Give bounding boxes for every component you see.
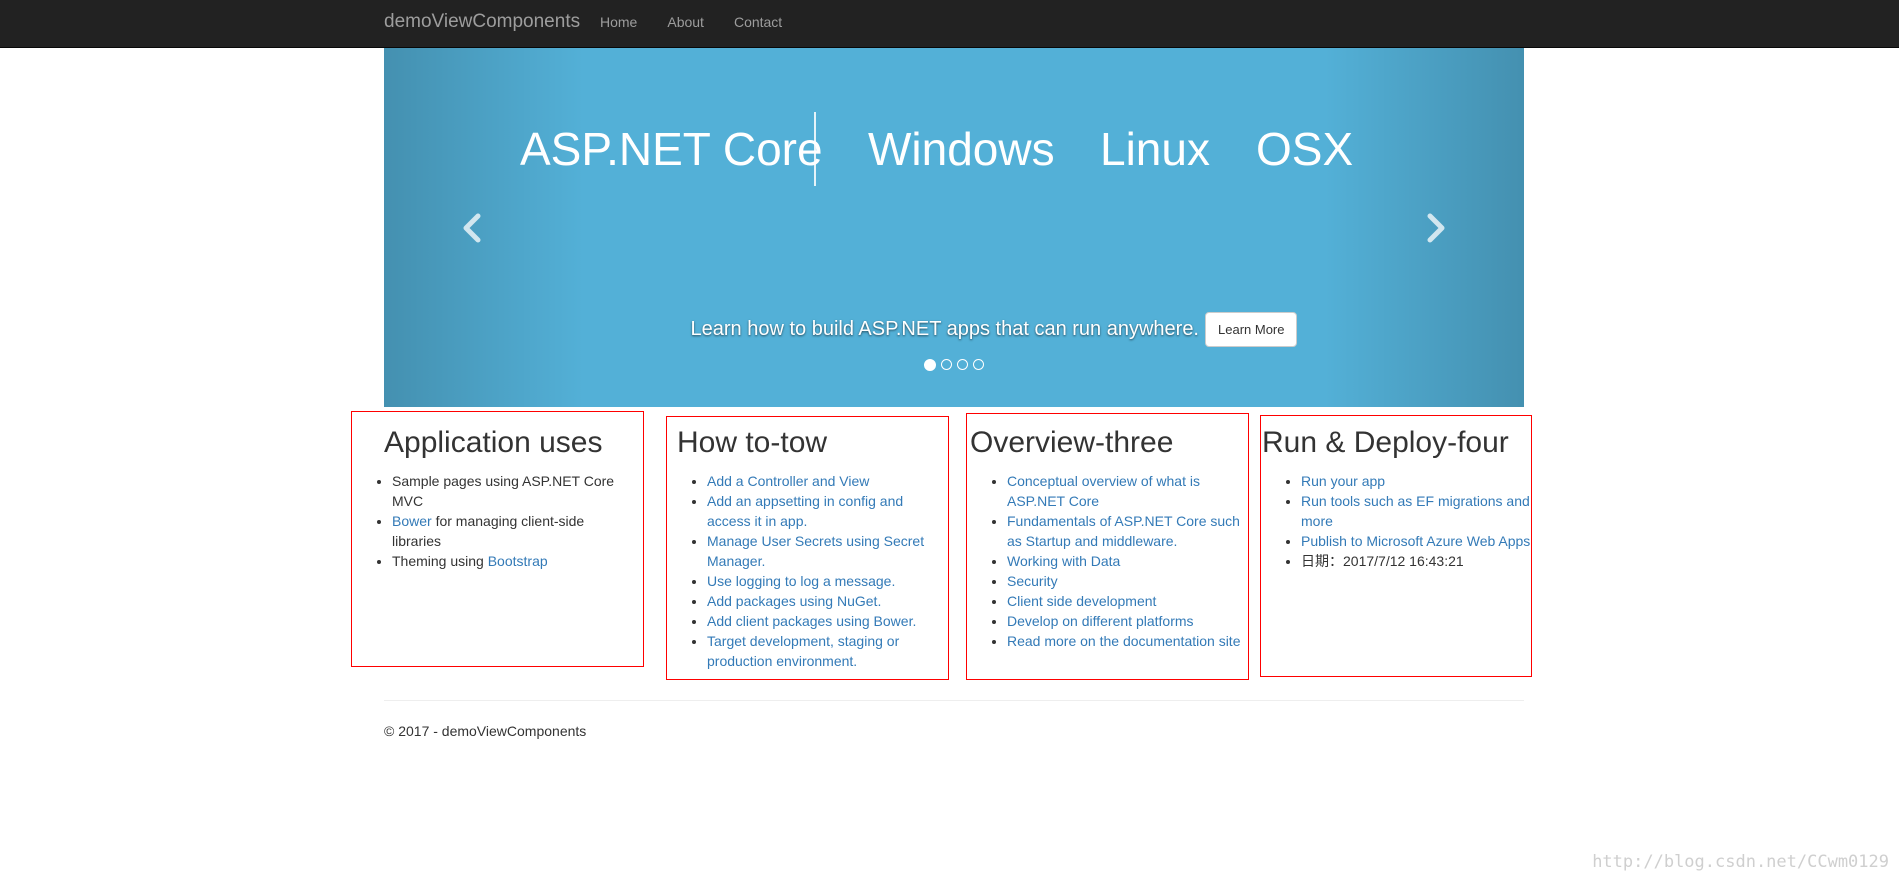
- list-item: Fundamentals of ASP.NET Core such as Sta…: [1007, 511, 1245, 551]
- column-application-uses: Application uses Sample pages using ASP.…: [351, 411, 644, 667]
- nav-link-contact[interactable]: Contact: [734, 14, 782, 30]
- navbar: demoViewComponents Home About Contact: [0, 0, 1899, 48]
- list-item-link[interactable]: Add packages using NuGet.: [707, 593, 881, 609]
- list-item: Manage User Secrets using Secret Manager…: [707, 531, 945, 571]
- list-item: Add packages using NuGet.: [707, 591, 945, 611]
- list-item: Working with Data: [1007, 551, 1245, 571]
- footer-copyright: © 2017 - demoViewComponents: [384, 723, 587, 739]
- banner-core-text: ASP.NET Core: [520, 123, 823, 175]
- navbar-brand[interactable]: demoViewComponents: [384, 12, 580, 32]
- banner-os-linux: Linux: [1100, 123, 1210, 175]
- nav-item-contact: Contact: [734, 14, 812, 30]
- footer-divider: [384, 700, 1524, 701]
- list-item: Add client packages using Bower.: [707, 611, 945, 631]
- column-how-to: How to-tow Add a Controller and ViewAdd …: [666, 416, 949, 680]
- list-item: Add an appsetting in config and access i…: [707, 491, 945, 531]
- list-item: Use logging to log a message.: [707, 571, 945, 591]
- nav-item-about: About: [667, 14, 734, 30]
- list-item: 日期：2017/7/12 16:43:21: [1301, 551, 1531, 571]
- list-item-text: Theming using: [392, 553, 488, 569]
- list-item-link[interactable]: Add client packages using Bower.: [707, 613, 916, 629]
- list-item-link[interactable]: Bower: [392, 513, 432, 529]
- list-item: Run tools such as EF migrations and more: [1301, 491, 1531, 531]
- carousel-indicator-1[interactable]: [924, 359, 936, 371]
- list-item-text: 日期：2017/7/12 16:43:21: [1301, 553, 1464, 569]
- list-item-text: Sample pages using ASP.NET Core MVC: [392, 473, 615, 509]
- list-item: Client side development: [1007, 591, 1245, 611]
- carousel-indicator-4[interactable]: [973, 359, 984, 370]
- carousel-caption: Learn how to build ASP.NET apps that can…: [384, 312, 1524, 347]
- list-item-link[interactable]: Publish to Microsoft Azure Web Apps: [1301, 533, 1530, 549]
- nav-links: Home About Contact: [600, 14, 812, 30]
- carousel-prev-button[interactable]: [452, 208, 492, 248]
- list-item: Publish to Microsoft Azure Web Apps: [1301, 531, 1531, 551]
- list-item-link[interactable]: Run tools such as EF migrations and more: [1301, 493, 1530, 529]
- carousel-indicator-3[interactable]: [957, 359, 968, 370]
- list-item: Add a Controller and View: [707, 471, 945, 491]
- list-item: Theming using Bootstrap: [392, 551, 622, 571]
- list-item: Run your app: [1301, 471, 1531, 491]
- list-item-link[interactable]: Read more on the documentation site: [1007, 633, 1240, 649]
- list-item-link[interactable]: Working with Data: [1007, 553, 1120, 569]
- column-title: Run & Deploy-four: [1262, 426, 1509, 459]
- banner-os-windows: Windows: [868, 123, 1055, 175]
- column-title: Application uses: [384, 426, 603, 459]
- column-overview: Overview-three Conceptual overview of wh…: [966, 413, 1249, 680]
- column-list: Conceptual overview of what is ASP.NET C…: [967, 471, 1245, 651]
- nav-item-home: Home: [600, 14, 667, 30]
- list-item: Conceptual overview of what is ASP.NET C…: [1007, 471, 1245, 511]
- column-title: Overview-three: [970, 426, 1174, 459]
- list-item: Bower for managing client-side libraries: [392, 511, 622, 551]
- nav-link-home[interactable]: Home: [600, 14, 637, 30]
- column-title: How to-tow: [677, 426, 828, 459]
- column-list: Run your app Run tools such as EF migrati…: [1261, 471, 1531, 571]
- list-item-link[interactable]: Use logging to log a message.: [707, 573, 895, 589]
- nav-link-about[interactable]: About: [667, 14, 704, 30]
- list-item: Develop on different platforms: [1007, 611, 1245, 631]
- banner-divider: [814, 112, 816, 186]
- carousel-next-button[interactable]: [1416, 208, 1456, 248]
- carousel: ASP.NET Core Windows Linux OSX Learn how…: [384, 48, 1524, 407]
- list-item: Security: [1007, 571, 1245, 591]
- list-item-link[interactable]: Client side development: [1007, 593, 1156, 609]
- chevron-left-icon: [463, 213, 481, 243]
- column-run-deploy: Run & Deploy-four Run your app Run tools …: [1260, 415, 1532, 677]
- list-item-link[interactable]: Fundamentals of ASP.NET Core such as Sta…: [1007, 513, 1240, 549]
- list-item: Read more on the documentation site: [1007, 631, 1245, 651]
- column-list: Add a Controller and View Add an appsetti…: [667, 471, 945, 671]
- list-item-link[interactable]: Manage User Secrets using Secret Manager…: [707, 533, 924, 569]
- carousel-caption-text: Learn how to build ASP.NET apps that can…: [690, 318, 1199, 340]
- list-item-link[interactable]: Target development, staging or productio…: [707, 633, 899, 669]
- list-item-link[interactable]: Conceptual overview of what is ASP.NET C…: [1007, 473, 1200, 509]
- list-item-link[interactable]: Develop on different platforms: [1007, 613, 1194, 629]
- list-item: Target development, staging or productio…: [707, 631, 945, 671]
- list-item: Sample pages using ASP.NET Core MVC: [392, 471, 622, 511]
- carousel-indicator-2[interactable]: [941, 359, 952, 370]
- column-list: Sample pages using ASP.NET Core MVCBower…: [352, 471, 622, 571]
- list-item-link[interactable]: Add an appsetting in config and access i…: [707, 493, 903, 529]
- carousel-indicators: [384, 359, 1524, 371]
- carousel-banner: ASP.NET Core Windows Linux OSX: [384, 104, 1524, 194]
- list-item-link[interactable]: Run your app: [1301, 473, 1385, 489]
- banner-os-osx: OSX: [1256, 123, 1354, 175]
- watermark-text: http://blog.csdn.net/CCwm0129: [1592, 852, 1889, 872]
- list-item-link[interactable]: Security: [1007, 573, 1058, 589]
- chevron-right-icon: [1427, 213, 1445, 243]
- list-item-link[interactable]: Bootstrap: [488, 553, 548, 569]
- list-item-link[interactable]: Add a Controller and View: [707, 473, 869, 489]
- learn-more-button[interactable]: Learn More: [1205, 312, 1298, 347]
